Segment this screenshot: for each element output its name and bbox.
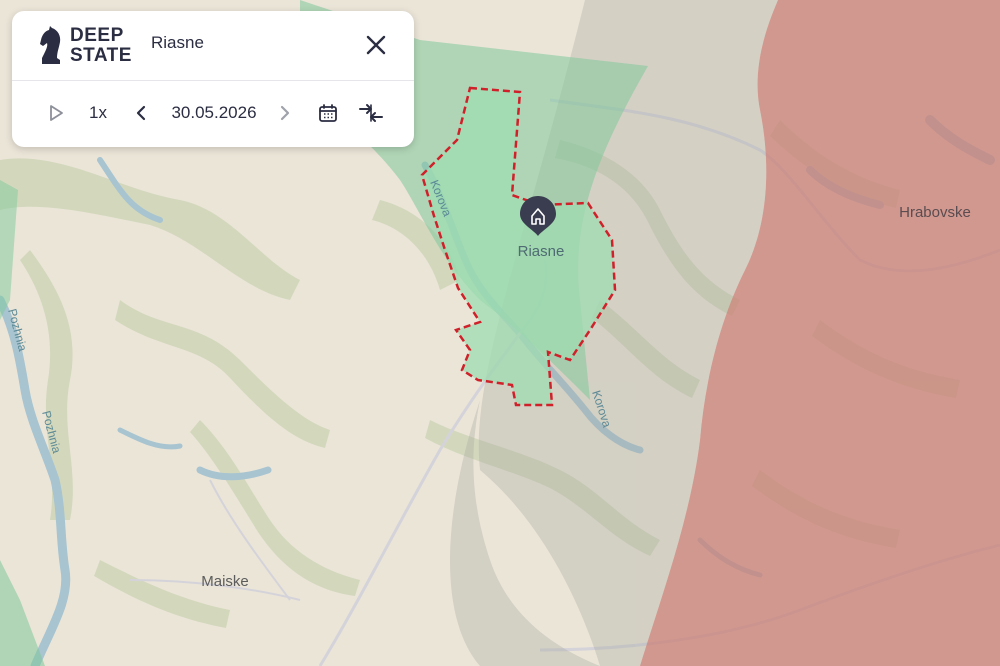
knight-icon xyxy=(40,26,61,64)
timeline-controls: 1x 30.05.2026 xyxy=(12,81,414,147)
label-riasne: Riasne xyxy=(518,243,565,260)
close-icon xyxy=(366,35,386,55)
compare-button[interactable] xyxy=(356,99,386,127)
label-hrabovske: Hrabovske xyxy=(899,204,971,221)
play-icon xyxy=(50,105,63,121)
calendar-button[interactable] xyxy=(315,99,341,127)
panel-header: DEEP STATE Riasne xyxy=(12,11,414,81)
label-maiske: Maiske xyxy=(201,573,249,590)
chevron-left-icon xyxy=(136,105,146,121)
brand-text: DEEP STATE xyxy=(70,26,132,66)
play-button[interactable] xyxy=(44,99,68,127)
place-title: Riasne xyxy=(151,33,204,52)
compare-arrows-icon xyxy=(359,104,383,122)
prev-date-button[interactable] xyxy=(130,99,152,127)
next-date-button[interactable] xyxy=(274,99,296,127)
timeline-panel: DEEP STATE Riasne 1x 30.05.2026 xyxy=(12,11,414,147)
brand-line-1: DEEP xyxy=(70,25,124,46)
chevron-right-icon xyxy=(280,105,290,121)
close-button[interactable] xyxy=(362,31,390,59)
calendar-icon xyxy=(319,104,337,122)
current-date[interactable]: 30.05.2026 xyxy=(164,99,264,127)
brand-line-2: STATE xyxy=(70,45,132,66)
deepstate-logo[interactable]: DEEP STATE xyxy=(38,24,138,68)
speed-button[interactable]: 1x xyxy=(84,99,112,127)
